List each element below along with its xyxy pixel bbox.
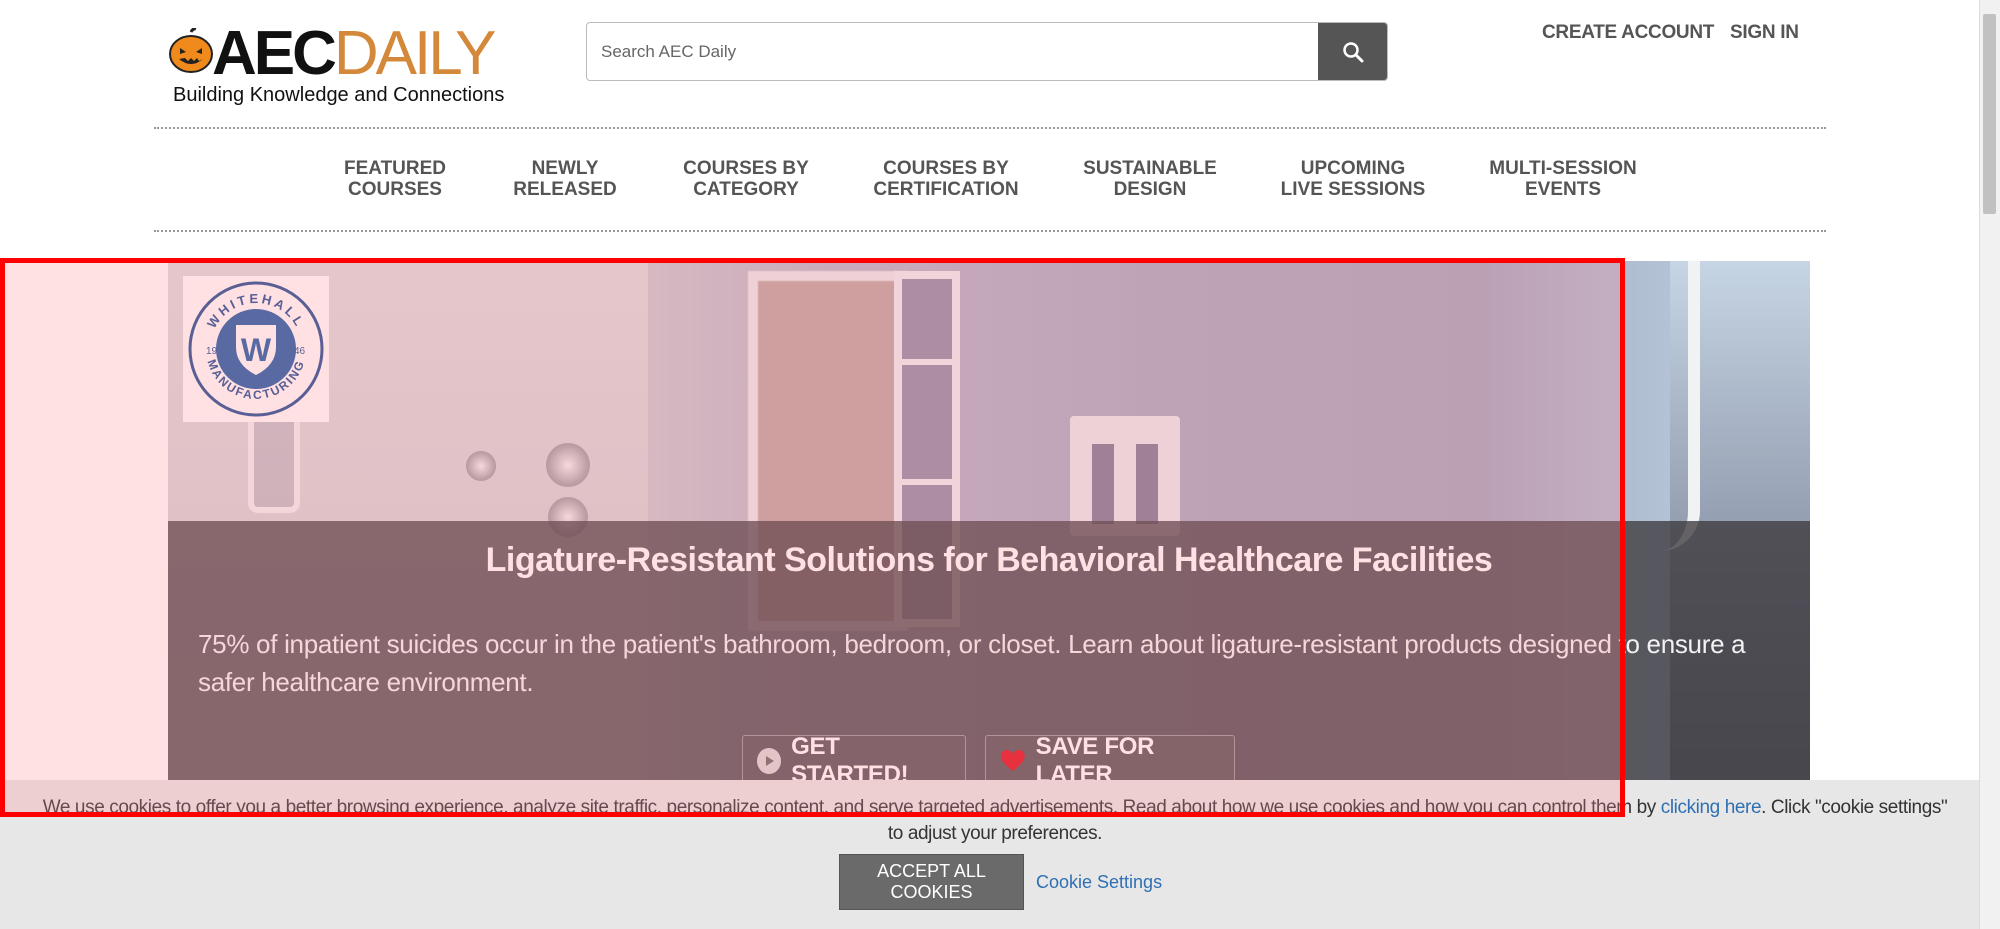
accept-all-cookies-button[interactable]: ACCEPT ALL COOKIES <box>839 854 1024 910</box>
nav-multi-session-events[interactable]: MULTI-SESSION EVENTS <box>1489 158 1636 200</box>
pumpkin-icon <box>169 28 213 73</box>
logo-year-right: 46 <box>294 346 306 357</box>
cookie-banner: We use cookies to offer you a better bro… <box>0 780 1980 929</box>
hero-corner-shelf <box>1618 261 1700 551</box>
nav-courses-by-category[interactable]: COURSES BY CATEGORY <box>683 158 809 200</box>
heart-icon <box>1000 750 1025 772</box>
cookie-text-before: We use cookies to offer you a better bro… <box>42 797 1661 818</box>
hero-wall-knob <box>466 451 496 481</box>
whitehall-logo: WHITEHALL MANUFACTURING 19 46 W <box>183 276 329 422</box>
course-description: 75% of inpatient suicides occur in the p… <box>198 629 1746 697</box>
nav-featured-courses[interactable]: FEATURED COURSES <box>344 158 446 200</box>
main-nav: FEATURED COURSES NEWLY RELEASED COURSES BY… <box>0 158 2000 208</box>
nav-courses-by-certification[interactable]: COURSES BY CERTIFICATION <box>873 158 1018 200</box>
nav-newly-released[interactable]: NEWLY RELEASED <box>513 158 616 200</box>
nav-sustainable-design[interactable]: SUSTAINABLE DESIGN <box>1083 158 1217 200</box>
cookie-settings-link[interactable]: Cookie Settings <box>1036 872 1162 893</box>
sign-in-link[interactable]: SIGN IN <box>1730 22 1799 44</box>
search-bar <box>586 22 1388 81</box>
search-icon <box>1342 41 1363 62</box>
featured-course-hero[interactable]: WHITEHALL MANUFACTURING 19 46 W Ligature… <box>168 261 1810 791</box>
hero-towel-holder <box>1070 416 1180 536</box>
logo-daily-text: DAILY <box>333 19 497 88</box>
logo-letter: W <box>241 332 272 368</box>
nav-upcoming-live-sessions[interactable]: UPCOMING LIVE SESSIONS <box>1281 158 1426 200</box>
nav-divider <box>154 230 1826 232</box>
search-button[interactable] <box>1318 23 1387 80</box>
play-icon <box>757 748 782 774</box>
cookie-message: We use cookies to offer you a better bro… <box>40 795 1950 847</box>
logo-aec-text: AEC <box>212 19 337 88</box>
logo-year-left: 19 <box>206 346 218 357</box>
search-input[interactable] <box>587 23 1322 80</box>
cookie-policy-link[interactable]: clicking here <box>1661 797 1762 818</box>
scrollbar-thumb[interactable] <box>1983 14 1996 214</box>
create-account-link[interactable]: CREATE ACCOUNT <box>1542 22 1714 44</box>
logo-tagline: Building Knowledge and Connections <box>173 84 505 106</box>
vertical-scrollbar[interactable] <box>1979 0 2000 929</box>
header-divider <box>154 127 1826 129</box>
hero-wall-knob <box>546 443 590 487</box>
logo-wordmark: AECDAILY <box>212 19 497 88</box>
course-title[interactable]: Ligature-Resistant Solutions for Behavio… <box>168 541 1810 580</box>
whitehall-logo-icon: WHITEHALL MANUFACTURING 19 46 W <box>188 281 324 417</box>
aecdaily-logo[interactable]: AECDAILY Building Knowledge and Connecti… <box>168 20 528 115</box>
